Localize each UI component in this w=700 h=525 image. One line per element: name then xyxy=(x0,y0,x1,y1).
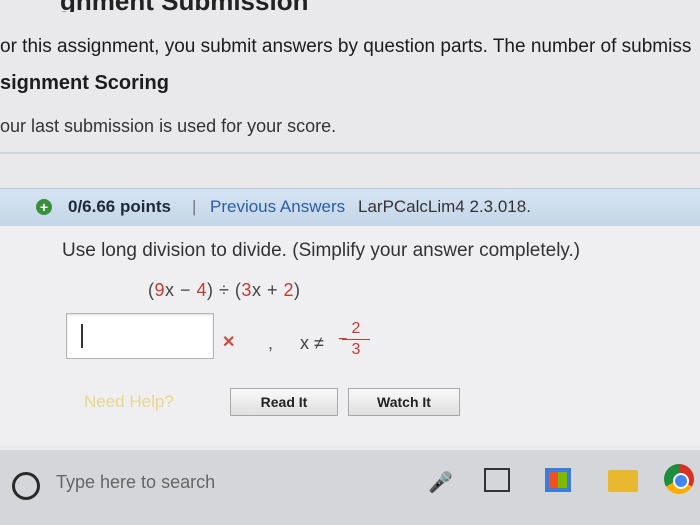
fraction-denominator: 3 xyxy=(351,341,361,358)
expr-coef-9: 9 xyxy=(154,280,166,300)
task-view-icon[interactable] xyxy=(484,468,510,492)
page-heading-cut: gnment Submission xyxy=(0,0,700,12)
microphone-icon[interactable]: 🎤 xyxy=(428,470,453,495)
question-prompt: Use long division to divide. (Simplify y… xyxy=(62,240,581,261)
scoring-description: our last submission is used for your sco… xyxy=(0,116,337,136)
text-caret xyxy=(81,324,83,348)
fraction-bar xyxy=(342,339,370,340)
previous-answers-link[interactable]: Previous Answers xyxy=(210,197,345,217)
incorrect-x-icon: ✕ xyxy=(222,334,236,351)
expr-coef-3: 3 xyxy=(241,280,252,300)
page-heading: gnment Submission xyxy=(60,0,308,12)
answer-input[interactable] xyxy=(66,313,214,359)
file-explorer-icon[interactable] xyxy=(608,470,638,492)
read-it-button[interactable]: Read It xyxy=(230,388,338,416)
division-expression: (9x − 4) ÷ (3x + 2) xyxy=(148,280,300,301)
search-ring-icon[interactable] xyxy=(12,472,40,500)
expr-close: ) xyxy=(293,280,301,300)
expand-plus-icon[interactable]: + xyxy=(36,199,52,215)
taskbar-search-input[interactable]: Type here to search xyxy=(56,472,215,493)
store-icon[interactable] xyxy=(545,468,571,492)
assignment-scoring-heading: signment Scoring xyxy=(0,72,169,94)
restriction-fraction: 2 3 xyxy=(342,320,370,359)
expr-x-minus: x − xyxy=(165,280,197,300)
question-reference: LarPCalcLim4 2.3.018. xyxy=(358,197,531,216)
submission-policy-text: or this assignment, you submit answers b… xyxy=(0,36,692,57)
question-header-bar: + 0/6.66 points | Previous Answers LarPC… xyxy=(0,188,700,228)
answer-comma: , xyxy=(268,333,274,353)
expr-divide: ) ÷ ( xyxy=(207,280,242,300)
section-divider xyxy=(0,152,700,154)
restriction-label: x ≠ xyxy=(300,333,324,353)
expr-const-2: 2 xyxy=(283,280,294,300)
fraction-numerator: 2 xyxy=(351,320,361,337)
header-separator: | xyxy=(192,197,197,216)
chrome-icon[interactable] xyxy=(664,464,694,494)
points-score: 0/6.66 points xyxy=(68,197,171,216)
expr-x-plus: x + xyxy=(251,280,284,300)
watch-it-button[interactable]: Watch It xyxy=(348,388,460,416)
expr-const-4: 4 xyxy=(196,280,208,300)
need-help-label: Need Help? xyxy=(84,392,174,411)
